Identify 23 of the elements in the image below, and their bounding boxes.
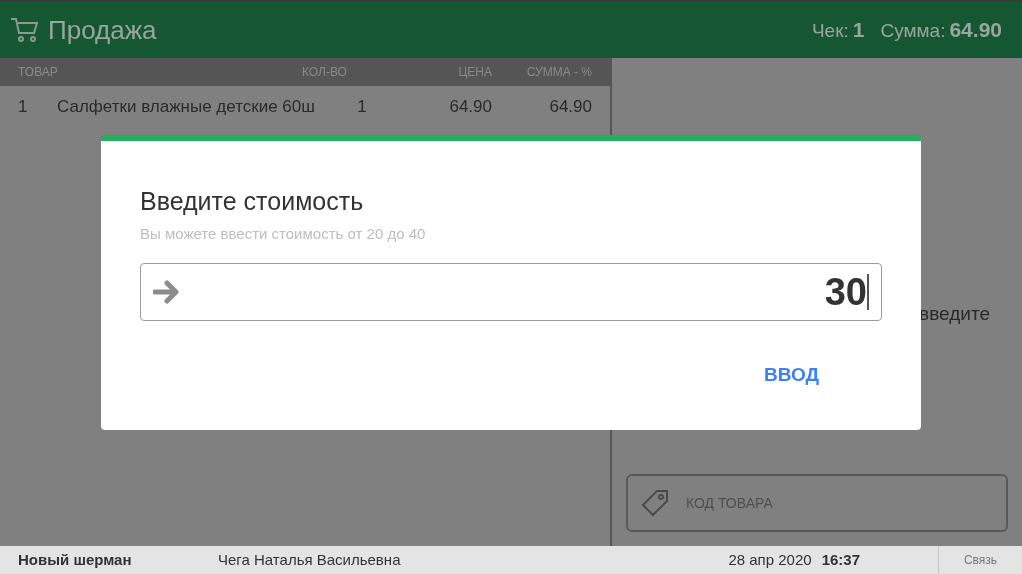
enter-button[interactable]: ВВОД xyxy=(755,357,827,394)
connection-button[interactable]: Связь xyxy=(938,546,1022,574)
table-cell-text: 64.90 xyxy=(548,96,592,119)
arrow-right-icon xyxy=(153,279,181,305)
table-cell-text: Салфетки влажные детские 60ш xyxy=(57,96,316,119)
receipt-number: 1 xyxy=(852,17,865,44)
table-row[interactable]: 1 Салфетки влажные детские 60ш 1 64.90 64.90 xyxy=(0,86,610,128)
tag-icon xyxy=(640,488,670,518)
table-cell-text: 1 xyxy=(356,96,368,119)
hint-text: введите xyxy=(919,301,990,326)
total-value: 64.90 xyxy=(949,17,1002,44)
cart-icon xyxy=(10,16,40,44)
status-date: 28 апр 2020 xyxy=(728,549,812,570)
dialog-title: Введите стоимость xyxy=(140,186,365,217)
total-label: Сумма: xyxy=(880,19,946,44)
shop-name: Новый шерман xyxy=(17,549,133,570)
dialog-subtitle: Вы можете ввести стоимость от 20 до 40 xyxy=(140,223,427,244)
table-cell-text: 1 xyxy=(17,96,29,119)
status-time: 16:37 xyxy=(821,549,860,570)
page-title: Продажа xyxy=(48,13,157,47)
cashier-name: Чега Наталья Васильевна xyxy=(218,549,402,570)
table-cell-text: 64.90 xyxy=(448,96,492,119)
receipt-label: Чек: xyxy=(811,19,849,44)
